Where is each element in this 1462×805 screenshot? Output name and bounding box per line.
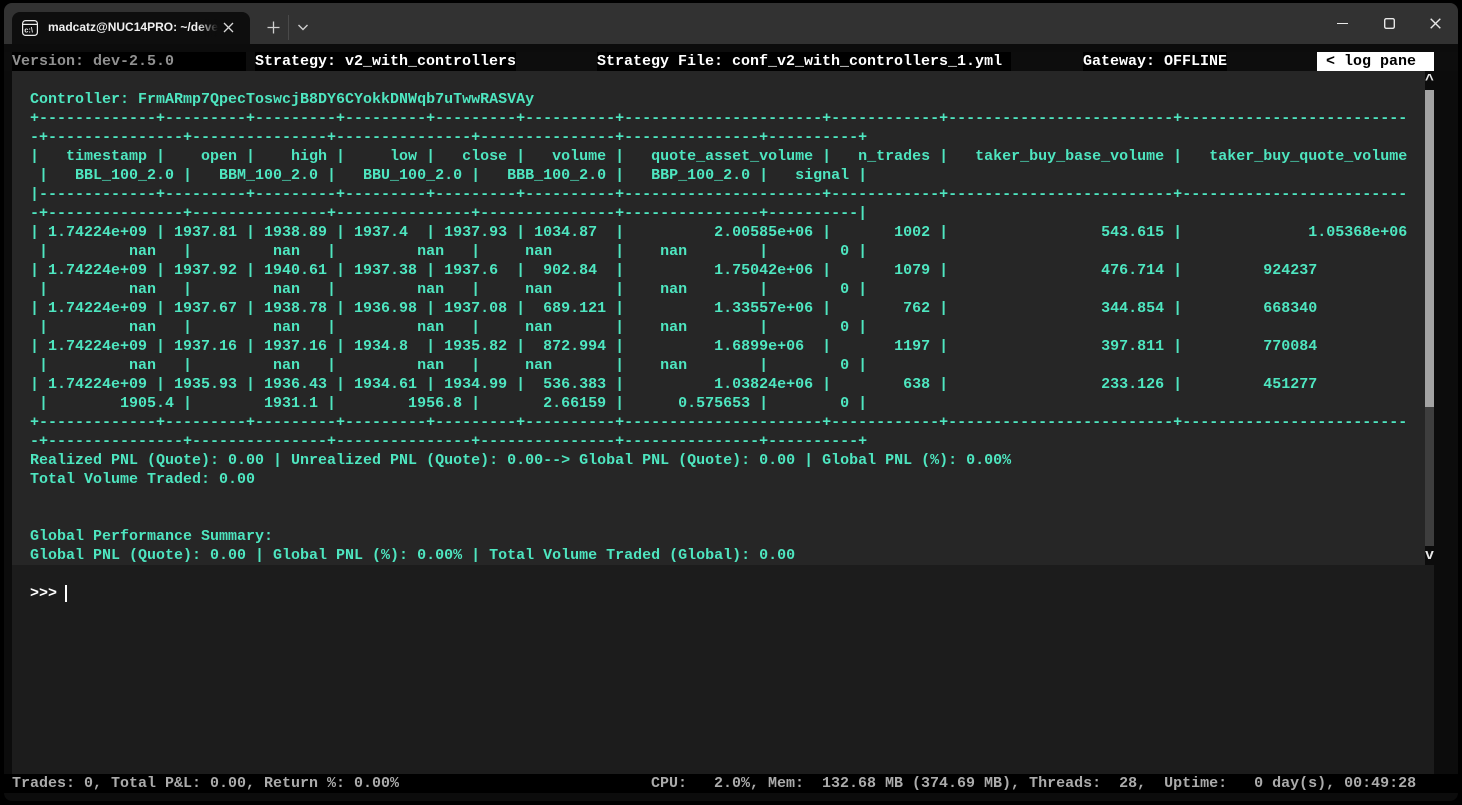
svg-text:c:\: c:\ [24,26,34,35]
